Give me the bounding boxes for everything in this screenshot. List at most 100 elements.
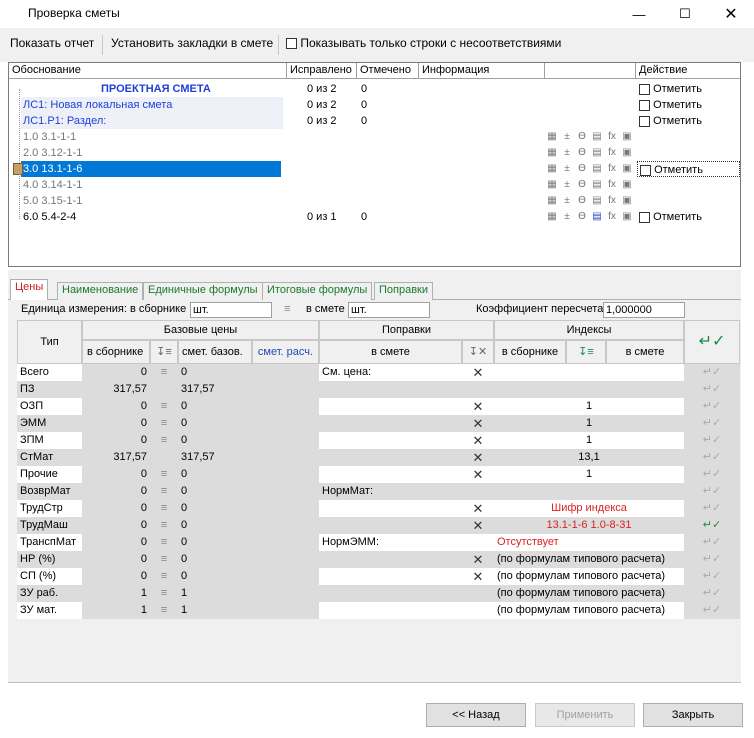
grid-base-smet[interactable]: 0	[178, 398, 319, 415]
grid-base-collection[interactable]: 317,57	[82, 449, 150, 466]
grid-base-smet[interactable]: 0	[178, 517, 319, 534]
clear-all-icon[interactable]: ↧✕	[462, 340, 494, 364]
col-header-basis[interactable]: Обоснование	[9, 63, 287, 79]
grid-corr-estimate[interactable]	[319, 602, 462, 619]
grid-index[interactable]: 13,1	[494, 449, 684, 466]
list-icon[interactable]: ≡	[150, 466, 178, 483]
grid-row[interactable]: Прочие 0 ≡ 0 ✕ 1 ↵✓	[17, 466, 740, 483]
mark-checkbox[interactable]	[639, 99, 650, 111]
grid-base-smet[interactable]: 317,57	[178, 449, 319, 466]
units-estimate-field[interactable]: шт.	[348, 302, 430, 318]
document-icon[interactable]: ▤	[591, 146, 603, 159]
list-icon[interactable]: ≡	[150, 568, 178, 585]
mark-checkbox[interactable]	[639, 83, 650, 95]
grid-corr-estimate[interactable]: См. цена:	[319, 364, 462, 381]
grid-row[interactable]: ЗПМ 0 ≡ 0 ✕ 1 ↵✓	[17, 432, 740, 449]
tree-row-label[interactable]: 5.0 3.15-1-1	[21, 193, 283, 209]
grid-corr-estimate[interactable]: НормЭММ:	[319, 534, 462, 551]
only-mismatch-checkbox[interactable]: Показывать только строки с несоответстви…	[286, 36, 561, 50]
formula-icon[interactable]: fx	[606, 162, 618, 175]
apply-arrow-icon[interactable]: ↵✓	[684, 449, 740, 466]
apply-all-icon[interactable]: ↵✓	[684, 320, 740, 364]
plus-minus-icon[interactable]: ±	[561, 210, 573, 223]
minimize-button[interactable]: —	[616, 0, 662, 28]
apply-arrow-icon[interactable]: ↵✓	[684, 534, 740, 551]
document-icon[interactable]: ▤	[591, 178, 603, 191]
grid-row[interactable]: ТранспМат 0 ≡ 0 НормЭММ: Отсутствует ↵✓	[17, 534, 740, 551]
grid-row[interactable]: ЭММ 0 ≡ 0 ✕ 1 ↵✓	[17, 415, 740, 432]
grid-base-collection[interactable]: 0	[82, 483, 150, 500]
tree-action[interactable]: Отметить	[637, 161, 740, 177]
formula-icon[interactable]: fx	[606, 130, 618, 143]
clear-icon[interactable]: ✕	[462, 517, 494, 534]
coef-field[interactable]: 1,000000	[603, 302, 685, 318]
clear-icon[interactable]	[462, 483, 494, 500]
document-icon[interactable]: ▤	[591, 210, 603, 223]
tree-row-label[interactable]: 3.0 13.1-1-6	[21, 161, 281, 177]
delete-doc-icon[interactable]: ▣	[621, 194, 633, 207]
grid-base-collection[interactable]: 0	[82, 466, 150, 483]
grid-base-smet[interactable]: 0	[178, 534, 319, 551]
col-header-marked[interactable]: Отмечено	[357, 63, 419, 79]
apply-arrow-icon[interactable]: ↵✓	[684, 415, 740, 432]
plus-minus-icon[interactable]: ±	[561, 194, 573, 207]
grid-index[interactable]	[494, 483, 684, 500]
tree-row[interactable]: 6.0 5.4-2-4 0 из 1 0 ▦ ± ϴ ▤ fx ▣ Отметить	[9, 209, 740, 225]
grid-base-smet[interactable]: 1	[178, 602, 319, 619]
grid-base-smet[interactable]: 0	[178, 551, 319, 568]
grid-row[interactable]: ПЗ 317,57 317,57 ↵✓	[17, 381, 740, 398]
grid-base-smet[interactable]: 0	[178, 483, 319, 500]
col-header-info[interactable]: Информация	[419, 63, 545, 79]
mark-checkbox[interactable]	[640, 164, 651, 176]
tree-action[interactable]: Отметить	[637, 81, 740, 97]
apply-arrow-icon[interactable]: ↵✓	[684, 551, 740, 568]
tree-row[interactable]: 1.0 3.1-1-1 ▦ ± ϴ ▤ fx ▣	[9, 129, 740, 145]
grid-base-collection[interactable]: 0	[82, 398, 150, 415]
apply-arrow-icon[interactable]: ↵✓	[684, 466, 740, 483]
tree-row[interactable]: ЛС1.Р1: Раздел: 0 из 2 0 Отметить	[9, 113, 740, 129]
apply-arrow-icon[interactable]: ↵✓	[684, 517, 740, 534]
grid-base-collection[interactable]: 0	[82, 415, 150, 432]
col-header-action[interactable]: Действие	[636, 63, 740, 79]
grid-corr-estimate[interactable]	[319, 585, 462, 602]
tab-unit-formulas[interactable]: Единичные формулы	[143, 282, 263, 300]
list-icon[interactable]: ≡	[150, 364, 178, 381]
list-icon[interactable]: ≡	[150, 585, 178, 602]
grid-base-collection[interactable]: 0	[82, 364, 150, 381]
grid-index[interactable]: (по формулам типового расчета)	[494, 602, 684, 619]
lock-icon[interactable]: ϴ	[576, 146, 588, 159]
list-icon[interactable]: ≡	[150, 602, 178, 619]
grid-base-collection[interactable]: 0	[82, 534, 150, 551]
clear-icon[interactable]: ✕	[462, 432, 494, 449]
list-icon[interactable]: ≡	[150, 483, 178, 500]
apply-arrow-icon[interactable]: ↵✓	[684, 364, 740, 381]
apply-arrow-icon[interactable]: ↵✓	[684, 381, 740, 398]
calc-icon[interactable]: ▦	[546, 210, 558, 223]
tree-action[interactable]: Отметить	[637, 209, 740, 225]
apply-arrow-icon[interactable]: ↵✓	[684, 585, 740, 602]
apply-arrow-icon[interactable]: ↵✓	[684, 500, 740, 517]
estimate-tree[interactable]: Обоснование Исправлено Отмечено Информац…	[8, 62, 741, 267]
clear-icon[interactable]: ✕	[462, 364, 494, 381]
grid-row[interactable]: Всего 0 ≡ 0 См. цена: ✕ ↵✓	[17, 364, 740, 381]
grid-base-smet[interactable]: 0	[178, 364, 319, 381]
grid-corr-estimate[interactable]	[319, 466, 462, 483]
grid-corr-estimate[interactable]	[319, 398, 462, 415]
grid-base-collection[interactable]: 0	[82, 500, 150, 517]
grid-index[interactable]: 1	[494, 398, 684, 415]
list-icon[interactable]: ≡	[150, 534, 178, 551]
grid-base-collection[interactable]: 0	[82, 517, 150, 534]
grid-corr-estimate[interactable]	[319, 517, 462, 534]
clear-icon[interactable]: ✕	[462, 449, 494, 466]
sort-down-icon[interactable]: ↧≡	[150, 340, 178, 364]
plus-minus-icon[interactable]: ±	[561, 130, 573, 143]
tree-row-label[interactable]: 1.0 3.1-1-1	[21, 129, 283, 145]
formula-icon[interactable]: fx	[606, 210, 618, 223]
close-window-button[interactable]: ✕	[708, 0, 754, 28]
grid-index[interactable]: Шифр индекса	[494, 500, 684, 517]
apply-arrow-icon[interactable]: ↵✓	[684, 483, 740, 500]
col-header-fixed[interactable]: Исправлено	[287, 63, 357, 79]
grid-base-collection[interactable]: 0	[82, 568, 150, 585]
delete-doc-icon[interactable]: ▣	[621, 210, 633, 223]
plus-minus-icon[interactable]: ±	[561, 178, 573, 191]
